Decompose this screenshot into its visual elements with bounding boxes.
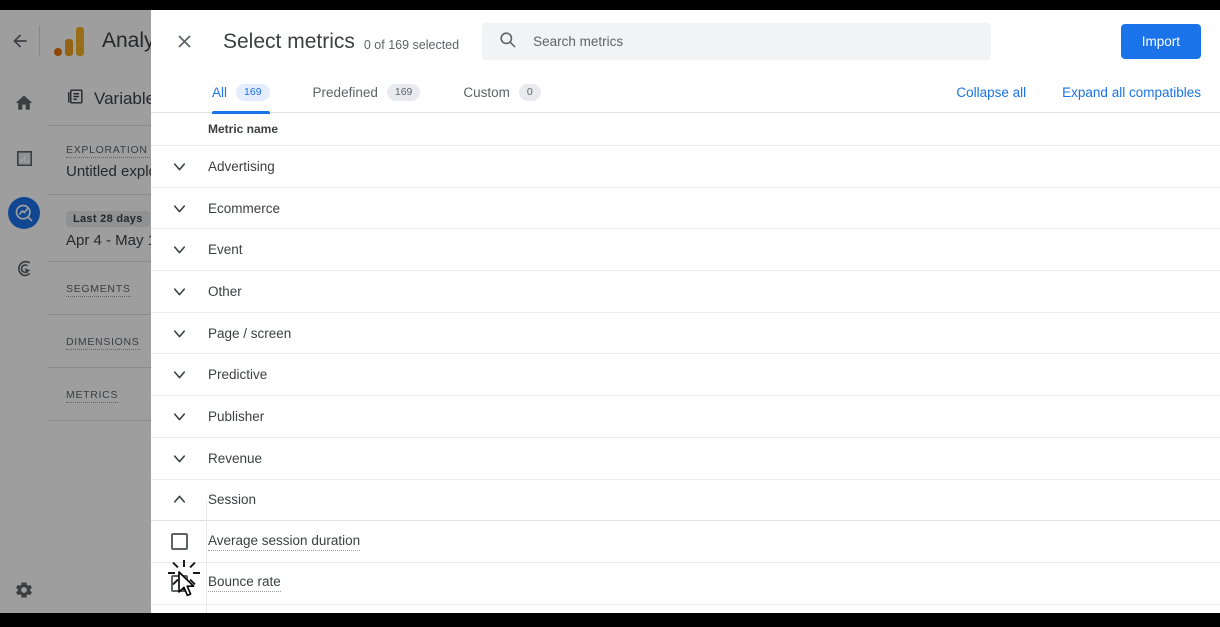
chevron-down-icon[interactable] bbox=[151, 407, 208, 426]
dialog-header: Select metrics 0 of 169 selected Import bbox=[151, 10, 1220, 73]
checkbox[interactable] bbox=[171, 574, 188, 592]
metric-item-label[interactable]: Bounce rate bbox=[208, 574, 281, 593]
chevron-down-icon[interactable] bbox=[151, 324, 208, 343]
tab-custom-badge: 0 bbox=[518, 84, 541, 101]
select-metrics-dialog: Select metrics 0 of 169 selected Import … bbox=[151, 10, 1220, 613]
chevron-down-icon[interactable] bbox=[151, 365, 208, 384]
dialog-title: Select metrics bbox=[223, 29, 355, 53]
metric-group-predictive[interactable]: Predictive bbox=[151, 354, 1220, 397]
tab-custom-label: Custom bbox=[463, 85, 510, 100]
close-icon[interactable] bbox=[167, 25, 201, 59]
search-metrics-field[interactable] bbox=[482, 23, 992, 60]
chevron-down-icon[interactable] bbox=[151, 282, 208, 301]
metric-name-column-header: Metric name bbox=[151, 113, 1220, 146]
metric-group-advertising[interactable]: Advertising bbox=[151, 146, 1220, 188]
tab-predefined-label: Predefined bbox=[312, 85, 378, 100]
screen: Analytics Variables EXPLORATION N Untitl… bbox=[0, 0, 1220, 627]
search-input[interactable] bbox=[533, 34, 954, 49]
metrics-list: Advertising Ecommerce Event Other Page /… bbox=[151, 146, 1220, 613]
chevron-down-icon[interactable] bbox=[151, 157, 208, 176]
chevron-up-icon[interactable] bbox=[151, 490, 208, 509]
expand-all-compatibles-link[interactable]: Expand all compatibles bbox=[1062, 85, 1201, 100]
metric-group-label: Publisher bbox=[208, 408, 265, 424]
chevron-down-icon[interactable] bbox=[151, 449, 208, 468]
metric-checkbox-cell[interactable] bbox=[151, 533, 208, 551]
metric-group-label: Other bbox=[208, 283, 242, 299]
metric-item-label[interactable]: Average session duration bbox=[208, 533, 361, 551]
metric-item-bounce-rate[interactable]: Bounce rate bbox=[151, 561, 1220, 605]
metric-group-event[interactable]: Event bbox=[151, 229, 1220, 272]
collapse-all-link[interactable]: Collapse all bbox=[956, 85, 1026, 100]
metric-group-label: Page / screen bbox=[208, 325, 292, 341]
metric-group-session[interactable]: Session bbox=[151, 480, 1220, 522]
metric-item-engaged-sessions[interactable]: Engaged sessions bbox=[151, 603, 1220, 613]
metric-item-average-session-duration[interactable]: Average session duration bbox=[151, 520, 1220, 563]
tab-all-badge: 169 bbox=[236, 84, 270, 101]
tab-custom[interactable]: Custom 0 bbox=[463, 73, 541, 113]
metric-group-label: Revenue bbox=[208, 450, 263, 466]
metric-group-label: Session bbox=[208, 492, 257, 508]
metric-group-page-screen[interactable]: Page / screen bbox=[151, 313, 1220, 355]
metric-group-other[interactable]: Other bbox=[151, 271, 1220, 313]
metric-group-label: Event bbox=[208, 242, 243, 258]
metric-group-ecommerce[interactable]: Ecommerce bbox=[151, 188, 1220, 230]
letterbox-top bbox=[0, 0, 1220, 10]
metric-group-revenue[interactable]: Revenue bbox=[151, 438, 1220, 480]
tab-predefined[interactable]: Predefined 169 bbox=[313, 73, 421, 113]
chevron-down-icon[interactable] bbox=[151, 199, 208, 218]
import-button[interactable]: Import bbox=[1120, 24, 1201, 59]
selection-count: 0 of 169 selected bbox=[363, 37, 460, 52]
letterbox-bottom bbox=[0, 613, 1220, 627]
search-icon bbox=[498, 30, 517, 54]
dialog-tabs: All 169 Predefined 169 Custom 0 Collapse… bbox=[151, 73, 1220, 114]
metric-group-label: Ecommerce bbox=[208, 200, 281, 216]
tab-all-label: All bbox=[212, 85, 228, 100]
metric-checkbox-cell[interactable] bbox=[151, 574, 208, 592]
metric-group-publisher[interactable]: Publisher bbox=[151, 396, 1220, 438]
tab-predefined-badge: 169 bbox=[386, 84, 421, 101]
checkbox[interactable] bbox=[171, 533, 188, 551]
dialog-tab-actions: Collapse all Expand all compatibles bbox=[956, 85, 1201, 100]
metric-group-label: Advertising bbox=[208, 158, 275, 174]
chevron-down-icon[interactable] bbox=[151, 240, 208, 259]
metric-group-label: Predictive bbox=[208, 367, 268, 383]
tab-all[interactable]: All 169 bbox=[212, 73, 270, 114]
